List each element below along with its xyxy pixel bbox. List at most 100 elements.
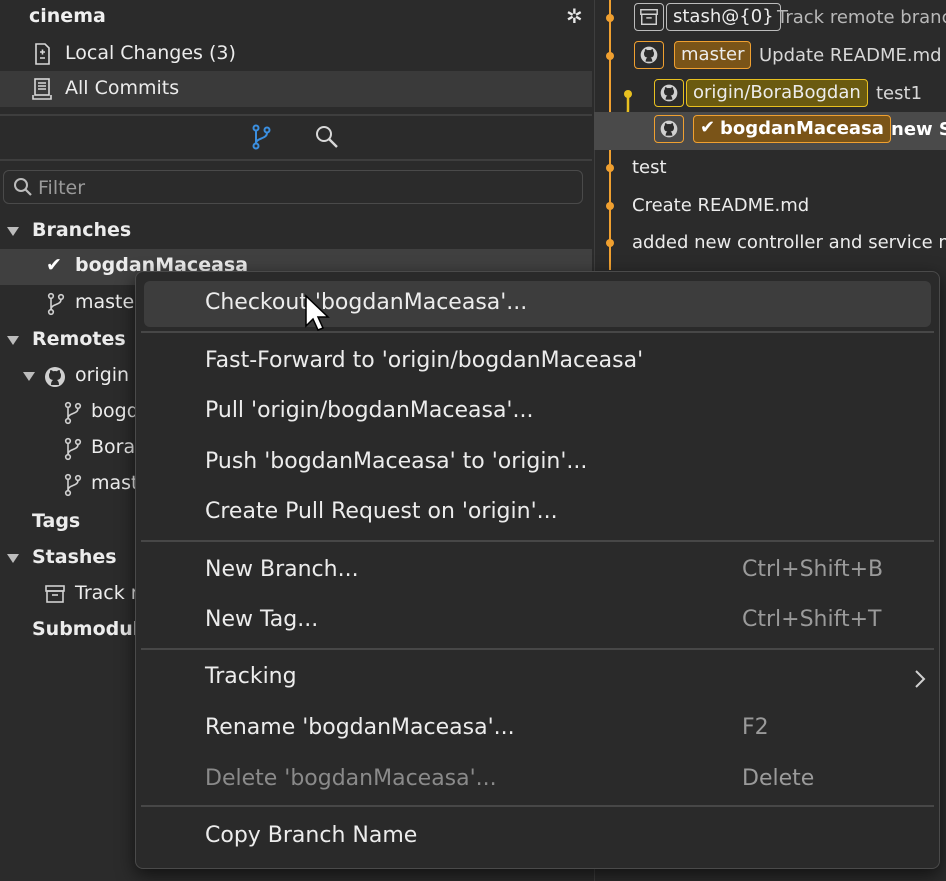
search-icon[interactable] bbox=[314, 124, 340, 150]
check-icon: ✔ bbox=[46, 254, 62, 276]
menu-item-label: Delete 'bogdanMaceasa'... bbox=[205, 766, 497, 791]
commit-row[interactable]: stash@{0} Track remote branch bbox=[594, 0, 946, 38]
menu-new-tag[interactable]: New Tag... Ctrl+Shift+T bbox=[144, 598, 931, 644]
menu-new-branch[interactable]: New Branch... Ctrl+Shift+B bbox=[144, 548, 931, 594]
menu-item-label: Fast-Forward to 'origin/bogdanMaceasa' bbox=[205, 348, 644, 373]
github-icon bbox=[654, 115, 684, 143]
tags-header-label: Tags bbox=[32, 510, 81, 532]
divider bbox=[0, 159, 592, 161]
commit-row[interactable]: added new controller and service mo bbox=[594, 225, 946, 263]
branch-icon bbox=[64, 437, 82, 461]
divider bbox=[0, 114, 592, 116]
menu-item-label: Push 'bogdanMaceasa' to 'origin'... bbox=[205, 449, 588, 474]
submodules-header-label: Submodul bbox=[32, 618, 140, 640]
commit-message: test bbox=[632, 157, 667, 178]
commit-row[interactable]: master Update README.md bbox=[594, 38, 946, 76]
github-icon bbox=[654, 79, 684, 107]
stash-box-icon bbox=[45, 585, 65, 603]
branch-icon bbox=[64, 401, 82, 425]
menu-separator bbox=[141, 540, 934, 542]
menu-separator bbox=[141, 805, 934, 807]
commit-dot bbox=[606, 202, 614, 210]
chevron-right-icon bbox=[915, 670, 926, 688]
menu-item-label: Pull 'origin/bogdanMaceasa'... bbox=[205, 398, 534, 423]
local-changes-icon bbox=[35, 43, 50, 65]
nav-all-commits-label: All Commits bbox=[65, 77, 180, 99]
check-icon: ✔ bbox=[700, 117, 716, 138]
stash-box-icon bbox=[634, 3, 664, 31]
menu-item-shortcut: Delete bbox=[742, 766, 815, 791]
menu-create-pull-request[interactable]: Create Pull Request on 'origin'... bbox=[144, 490, 931, 536]
commit-dot bbox=[606, 14, 614, 22]
menu-checkout[interactable]: Checkout 'bogdanMaceasa'... bbox=[144, 281, 931, 327]
remote-label: origin bbox=[75, 364, 130, 386]
github-icon bbox=[45, 367, 65, 387]
caret-down-icon bbox=[7, 227, 19, 236]
nav-local-changes-label: Local Changes (3) bbox=[65, 42, 236, 64]
mouse-cursor-icon bbox=[305, 294, 330, 331]
commit-dot bbox=[624, 90, 632, 98]
commit-message: test1 bbox=[876, 83, 923, 104]
commit-row[interactable]: Create README.md bbox=[594, 188, 946, 226]
branches-header-label: Branches bbox=[32, 219, 132, 241]
menu-item-label: Tracking bbox=[205, 664, 297, 689]
current-branch-label: bogdanMaceasa bbox=[720, 118, 884, 139]
github-icon bbox=[634, 41, 664, 69]
commit-message: new S bbox=[891, 119, 946, 140]
commit-message: Track remote branch bbox=[777, 7, 946, 28]
menu-item-label: New Branch... bbox=[205, 557, 359, 582]
remote-badge: origin/BoraBogdan bbox=[686, 79, 868, 107]
commits-stack-icon bbox=[32, 78, 52, 100]
commit-row[interactable]: test bbox=[594, 150, 946, 188]
menu-rename[interactable]: Rename 'bogdanMaceasa'... F2 bbox=[144, 706, 931, 752]
branch-label: master bbox=[75, 291, 143, 313]
commit-dot bbox=[606, 52, 614, 60]
filter-search-icon bbox=[14, 178, 32, 196]
stash-label: Track r bbox=[75, 582, 139, 604]
menu-fast-forward[interactable]: Fast-Forward to 'origin/bogdanMaceasa' bbox=[144, 339, 931, 385]
current-branch-badge: ✔ bogdanMaceasa bbox=[693, 115, 891, 143]
commit-row-selected[interactable]: ✔ bogdanMaceasa new S bbox=[594, 112, 946, 150]
menu-item-label: Create Pull Request on 'origin'... bbox=[205, 499, 558, 524]
commit-dot bbox=[606, 164, 614, 172]
menu-item-label: Rename 'bogdanMaceasa'... bbox=[205, 715, 515, 740]
nav-all-commits[interactable]: All Commits bbox=[0, 71, 592, 107]
tree-branches-header[interactable]: Branches bbox=[0, 214, 592, 250]
branch-icon bbox=[47, 292, 65, 316]
commit-row[interactable]: origin/BoraBogdan test1 bbox=[594, 76, 946, 114]
caret-down-icon bbox=[23, 372, 35, 381]
menu-item-label: Copy Branch Name bbox=[205, 823, 418, 848]
nav-local-changes[interactable]: Local Changes (3) bbox=[0, 36, 592, 72]
commit-message: Update README.md bbox=[759, 45, 942, 66]
menu-item-shortcut: Ctrl+Shift+B bbox=[742, 557, 884, 582]
context-menu: Checkout 'bogdanMaceasa'... Fast-Forward… bbox=[135, 271, 940, 869]
menu-separator bbox=[141, 331, 934, 333]
menu-separator bbox=[141, 648, 934, 650]
gear-icon[interactable]: ✲ bbox=[566, 4, 583, 28]
menu-item-shortcut: F2 bbox=[742, 715, 769, 740]
menu-item-label: New Tag... bbox=[205, 607, 319, 632]
stashes-header-label: Stashes bbox=[32, 546, 117, 568]
menu-tracking[interactable]: Tracking bbox=[144, 655, 931, 701]
menu-item-shortcut: Ctrl+Shift+T bbox=[742, 607, 882, 632]
remotes-header-label: Remotes bbox=[32, 328, 126, 350]
menu-copy-branch-name[interactable]: Copy Branch Name bbox=[144, 814, 931, 860]
menu-item-label: Checkout 'bogdanMaceasa'... bbox=[205, 290, 528, 315]
menu-push[interactable]: Push 'bogdanMaceasa' to 'origin'... bbox=[144, 440, 931, 486]
branch-view-icon[interactable] bbox=[250, 124, 274, 150]
branch-icon bbox=[64, 473, 82, 497]
remote-branch-label: Bora bbox=[91, 436, 136, 458]
stash-badge: stash@{0} bbox=[666, 3, 781, 31]
commit-dot bbox=[606, 239, 614, 247]
commit-message: added new controller and service mo bbox=[632, 232, 946, 253]
caret-down-icon bbox=[7, 554, 19, 563]
remote-branch-label: mast bbox=[91, 472, 139, 494]
menu-delete: Delete 'bogdanMaceasa'... Delete bbox=[144, 757, 931, 803]
remote-branch-label: bogd bbox=[91, 400, 139, 422]
caret-down-icon bbox=[7, 336, 19, 345]
branch-badge: master bbox=[674, 41, 752, 69]
filter-input[interactable] bbox=[36, 174, 540, 202]
menu-pull[interactable]: Pull 'origin/bogdanMaceasa'... bbox=[144, 389, 931, 435]
commit-message: Create README.md bbox=[632, 195, 810, 216]
repo-name: cinema bbox=[29, 5, 106, 27]
